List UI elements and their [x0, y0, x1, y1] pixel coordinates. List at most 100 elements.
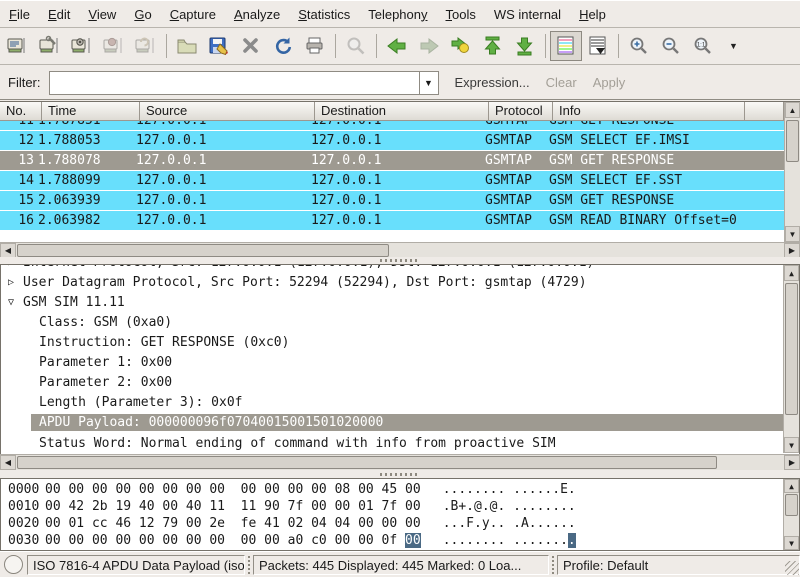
column-header-time[interactable]: Time [42, 102, 140, 121]
drag-handle[interactable] [380, 473, 420, 476]
scroll-left-icon[interactable]: ◀ [0, 455, 16, 470]
expander-icon[interactable]: ▽ [8, 293, 14, 313]
menu-statistics[interactable]: Statistics [289, 4, 359, 25]
menu-help[interactable]: Help [570, 4, 615, 25]
apply-button[interactable]: Apply [593, 75, 626, 90]
go-forward-icon[interactable] [413, 31, 445, 61]
colorize-icon[interactable] [550, 31, 582, 61]
packet-row[interactable]: 141.788099127.0.0.1127.0.0.1GSMTAPGSM SE… [0, 171, 784, 191]
menu-capture[interactable]: Capture [161, 4, 225, 25]
menu-tools[interactable]: Tools [437, 4, 485, 25]
expression-button[interactable]: Expression... [455, 75, 530, 90]
hex-row[interactable]: 002000 01 cc 46 12 79 00 2e fe 41 02 04 … [1, 515, 799, 532]
detail-row-parameter-2[interactable]: Parameter 2: 0x00 [1, 373, 799, 393]
scrollbar-thumb[interactable] [17, 244, 389, 257]
hex-row[interactable]: 000000 00 00 00 00 00 00 00 00 00 00 00 … [1, 481, 799, 498]
statusbar-grip[interactable] [246, 556, 252, 574]
hex-row[interactable]: 001000 42 2b 19 40 00 40 11 11 90 7f 00 … [1, 498, 799, 515]
column-header-no[interactable]: No. [0, 102, 42, 121]
scroll-left-icon[interactable]: ◀ [0, 243, 16, 258]
column-header-source[interactable]: Source [140, 102, 315, 121]
column-header-info[interactable]: Info [553, 102, 745, 121]
capture-stop-icon[interactable] [98, 31, 130, 61]
go-to-bottom-icon[interactable] [509, 31, 541, 61]
menu-view[interactable]: View [79, 4, 125, 25]
packet-row[interactable]: 152.063939127.0.0.1127.0.0.1GSMTAPGSM GE… [0, 191, 784, 211]
expander-icon[interactable]: ▷ [8, 265, 14, 273]
detail-row-class[interactable]: Class: GSM (0xa0) [1, 313, 799, 333]
drag-handle[interactable] [380, 259, 420, 262]
zoom-1-1-icon[interactable]: 1:1 [687, 31, 719, 61]
window-resize-grip[interactable] [785, 561, 799, 575]
scrollbar-thumb[interactable] [786, 120, 799, 162]
packet-list-vscrollbar[interactable]: ▲ ▼ [784, 102, 800, 242]
packet-list-hscrollbar[interactable]: ◀ ▶ [0, 242, 800, 258]
packet-row[interactable]: 162.063982127.0.0.1127.0.0.1GSMTAPGSM RE… [0, 211, 784, 231]
auto-scroll-icon[interactable] [582, 31, 614, 61]
status-profile[interactable]: Profile: Default [557, 555, 800, 575]
scroll-up-icon[interactable]: ▲ [784, 265, 799, 281]
scrollbar-thumb[interactable] [17, 456, 717, 469]
print-icon[interactable] [299, 31, 331, 61]
packet-row-selected[interactable]: 131.788078127.0.0.1127.0.0.1GSMTAPGSM GE… [0, 151, 784, 171]
go-to-top-icon[interactable] [477, 31, 509, 61]
capture-restart-icon[interactable] [130, 31, 162, 61]
detail-row-length[interactable]: Length (Parameter 3): 0x0f [1, 393, 799, 413]
scroll-down-icon[interactable]: ▼ [784, 437, 799, 453]
open-file-icon[interactable] [171, 31, 203, 61]
status-field-name: ISO 7816-4 APDU Data Payload (iso... [27, 555, 245, 575]
packet-row[interactable]: 121.788053127.0.0.1127.0.0.1GSMTAPGSM SE… [0, 131, 784, 151]
scroll-up-icon[interactable]: ▲ [784, 479, 799, 493]
toolbar-overflow-caret-icon[interactable]: ▼ [729, 41, 738, 51]
zoom-in-icon[interactable] [623, 31, 655, 61]
detail-row-clipped[interactable]: ▷Internet Protocol, Src: 127.0.0.1 (127.… [1, 265, 799, 273]
filter-dropdown-button[interactable]: ▼ [419, 71, 439, 95]
scroll-down-icon[interactable]: ▼ [784, 536, 799, 550]
packet-row-clipped[interactable]: 111.787851127.0.0.1127.0.0.1GSMTAPGSM GE… [0, 121, 784, 131]
menu-telephony[interactable]: Telephony [359, 4, 436, 25]
pane-divider[interactable] [0, 470, 800, 478]
filter-label[interactable]: Filter: [8, 75, 41, 90]
scrollbar-thumb[interactable] [785, 283, 798, 415]
go-back-icon[interactable] [381, 31, 413, 61]
detail-row-status-word[interactable]: Status Word: Normal ending of command wi… [1, 434, 799, 454]
hex-row[interactable]: 003000 00 00 00 00 00 00 00 00 00 a0 c0 … [1, 532, 799, 549]
clear-button[interactable]: Clear [546, 75, 577, 90]
scroll-right-icon[interactable]: ▶ [784, 455, 800, 470]
scrollbar-thumb[interactable] [785, 494, 798, 516]
filter-input[interactable] [49, 71, 419, 95]
detail-hscrollbar[interactable]: ◀ ▶ [0, 454, 800, 470]
menu-analyze[interactable]: Analyze [225, 4, 289, 25]
interface-list-icon[interactable] [2, 31, 34, 61]
pane-divider[interactable] [0, 257, 800, 264]
capture-options-icon[interactable] [34, 31, 66, 61]
scroll-up-icon[interactable]: ▲ [785, 102, 800, 118]
column-header-destination[interactable]: Destination [315, 102, 489, 121]
statusbar-grip[interactable] [550, 556, 556, 574]
save-file-icon[interactable] [203, 31, 235, 61]
reload-icon[interactable] [267, 31, 299, 61]
detail-vscrollbar[interactable]: ▲ ▼ [783, 265, 799, 453]
go-to-packet-icon[interactable] [445, 31, 477, 61]
zoom-out-icon[interactable] [655, 31, 687, 61]
detail-row-udp[interactable]: ▷User Datagram Protocol, Src Port: 52294… [1, 273, 799, 293]
detail-row-instruction[interactable]: Instruction: GET RESPONSE (0xc0) [1, 333, 799, 353]
menu-ws-internal[interactable]: WS internal [485, 4, 570, 25]
packet-detail-pane: ▷Internet Protocol, Src: 127.0.0.1 (127.… [0, 264, 800, 454]
column-header-protocol[interactable]: Protocol [489, 102, 553, 121]
toolbar-separator [166, 34, 167, 58]
menu-file[interactable]: File [0, 4, 39, 25]
hex-vscrollbar[interactable]: ▲ ▼ [783, 479, 799, 550]
menu-edit[interactable]: Edit [39, 4, 79, 25]
expander-icon[interactable]: ▷ [8, 273, 14, 293]
detail-row-parameter-1[interactable]: Parameter 1: 0x00 [1, 353, 799, 373]
detail-row-apdu-payload-selected[interactable]: APDU Payload: 000000096f0704001500150102… [1, 414, 799, 434]
capture-start-icon[interactable] [66, 31, 98, 61]
expert-info-icon[interactable] [4, 555, 23, 574]
find-packet-icon[interactable] [340, 31, 372, 61]
menu-go[interactable]: Go [125, 4, 160, 25]
scroll-down-icon[interactable]: ▼ [785, 226, 800, 242]
close-file-icon[interactable] [235, 31, 267, 61]
scroll-right-icon[interactable]: ▶ [784, 243, 800, 258]
detail-row-gsm-sim[interactable]: ▽GSM SIM 11.11 [1, 293, 799, 313]
